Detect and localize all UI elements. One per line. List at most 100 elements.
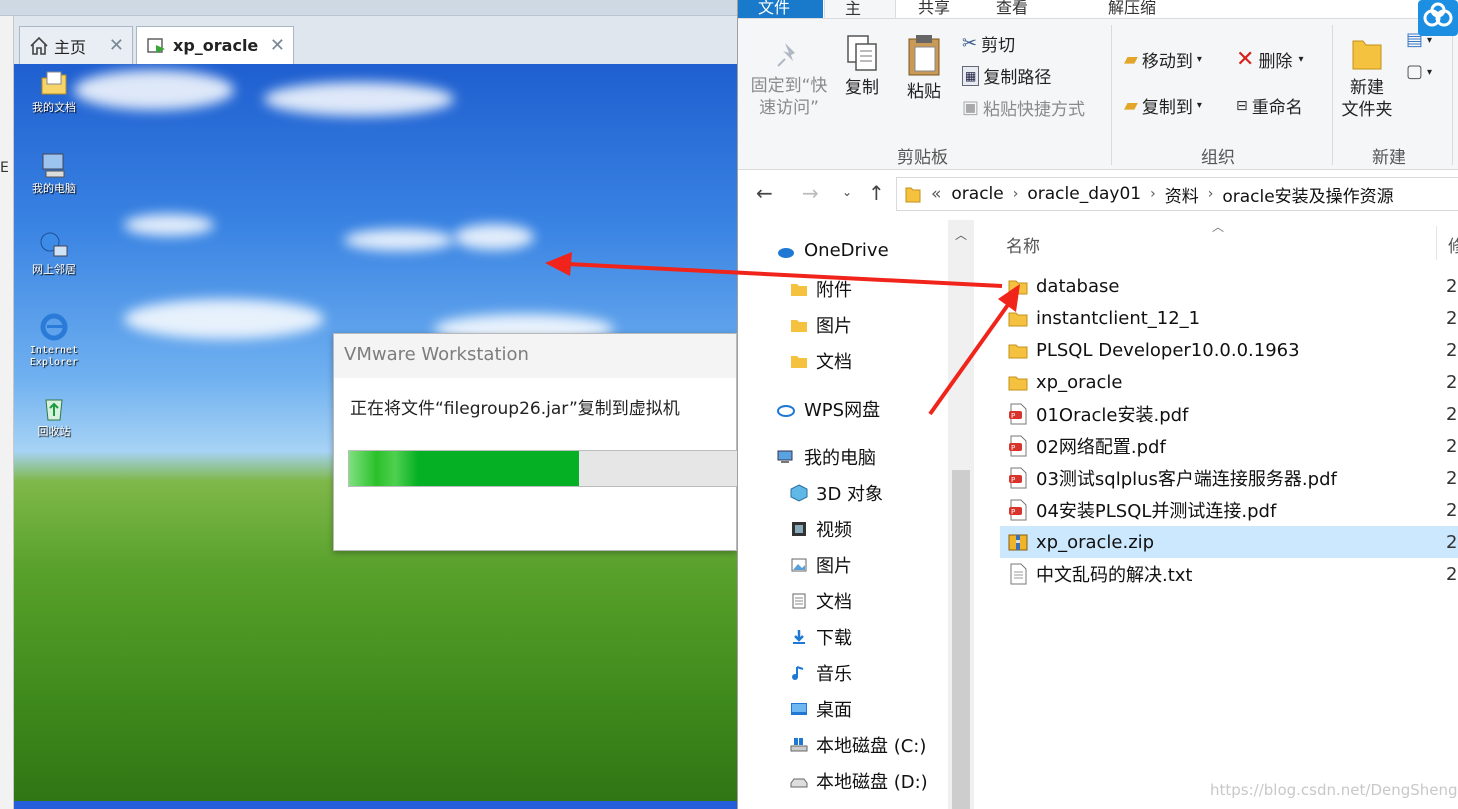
file-row[interactable]: PLSQL Developer10.0.0.1963 2 bbox=[1000, 334, 1458, 366]
file-row[interactable]: P 01Oracle安装.pdf 2 bbox=[1000, 398, 1458, 430]
tab-file[interactable]: 文件 bbox=[738, 0, 823, 18]
folder-icon bbox=[1008, 275, 1028, 297]
rename-button[interactable]: ⊟ 重命名 bbox=[1236, 93, 1303, 119]
file-row[interactable]: P 03测试sqlplus客户端连接服务器.pdf 2 bbox=[1000, 462, 1458, 494]
nav-item-downloads[interactable]: 下载 bbox=[790, 624, 852, 650]
file-modified: 2 bbox=[1446, 371, 1458, 393]
nav-item-3d-objects[interactable]: 3D 对象 bbox=[790, 480, 883, 506]
folder-pin-icon bbox=[791, 356, 807, 368]
column-header-modified[interactable]: 修 bbox=[1448, 232, 1458, 257]
vmware-tab-bar: 主页 ✕ xp_oracle ✕ bbox=[14, 16, 737, 64]
close-icon[interactable]: ✕ bbox=[270, 35, 285, 56]
desktop-icon-internet-explorer[interactable]: Internet Explorer bbox=[26, 311, 82, 369]
wps-cloud-icon[interactable] bbox=[1418, 0, 1458, 36]
breadcrumb-item[interactable]: oracle bbox=[951, 184, 1003, 204]
file-name: instantclient_12_1 bbox=[1036, 307, 1201, 329]
nav-item-my-computer[interactable]: 我的电脑 bbox=[774, 444, 876, 470]
nav-item-drive-d[interactable]: 本地磁盘 (D:) bbox=[790, 768, 928, 794]
up-button[interactable]: ↑ bbox=[868, 181, 885, 205]
nav-item-documents[interactable]: 文档 bbox=[790, 588, 852, 614]
close-icon[interactable]: ✕ bbox=[109, 35, 124, 56]
nav-item-desktop[interactable]: 桌面 bbox=[790, 696, 852, 722]
cloud-sync-icon bbox=[1423, 2, 1453, 27]
back-button[interactable]: ← bbox=[756, 181, 773, 205]
tab-home[interactable]: 主页 ✕ bbox=[19, 26, 133, 64]
tab-home[interactable]: 主页 bbox=[824, 0, 896, 42]
new-folder-button[interactable]: 新建 文件夹 bbox=[1336, 33, 1398, 121]
chevron-right-icon[interactable]: › bbox=[1013, 186, 1019, 202]
breadcrumb-item[interactable]: 资料 bbox=[1165, 182, 1199, 207]
tab-view[interactable]: 查看 bbox=[976, 0, 1048, 18]
new-group-label: 新建 bbox=[1372, 148, 1406, 168]
file-modified: 2 bbox=[1446, 339, 1458, 361]
nav-item-videos[interactable]: 视频 bbox=[790, 516, 852, 542]
navigation-scrollbar[interactable]: ︿ bbox=[948, 220, 974, 809]
breadcrumb-item[interactable]: oracle_day01 bbox=[1027, 184, 1141, 204]
file-name: 03测试sqlplus客户端连接服务器.pdf bbox=[1036, 469, 1337, 490]
breadcrumb-item[interactable]: oracle安装及操作资源 bbox=[1222, 182, 1393, 207]
scrollbar-thumb[interactable] bbox=[952, 470, 970, 809]
nav-item-pictures-pinned[interactable]: 图片 bbox=[790, 312, 852, 338]
forward-button[interactable]: → bbox=[802, 181, 819, 205]
file-row[interactable]: P 02网络配置.pdf 2 bbox=[1000, 430, 1458, 462]
paste-shortcut-button[interactable]: ▣ 粘贴快捷方式 bbox=[962, 95, 1085, 120]
chevron-down-icon: ▾ bbox=[1427, 34, 1433, 46]
ribbon-tab-bar: 文件 主页 共享 查看 解压缩 bbox=[738, 0, 1458, 42]
file-row[interactable]: xp_oracle 2 bbox=[1000, 366, 1458, 398]
nav-item-onedrive[interactable]: OneDrive bbox=[774, 240, 889, 261]
desktop-icon-network-places[interactable]: 网上邻居 bbox=[26, 230, 82, 276]
address-overflow[interactable]: « bbox=[931, 184, 941, 204]
nav-item-drive-c[interactable]: 本地磁盘 (C:) bbox=[790, 732, 926, 758]
easy-access-icon: ▢ bbox=[1406, 61, 1424, 82]
dialog-message: 正在将文件“filegroup26.jar”复制到虚拟机 bbox=[350, 399, 680, 419]
svg-text:P: P bbox=[1011, 508, 1015, 516]
file-row[interactable]: P 04安装PLSQL并测试连接.pdf 2 bbox=[1000, 494, 1458, 526]
vmware-toolbar bbox=[0, 0, 737, 16]
file-row[interactable]: xp_oracle.zip 2 bbox=[1000, 526, 1458, 558]
address-bar[interactable]: « oracle › oracle_day01 › 资料 › oracle安装及… bbox=[896, 177, 1458, 211]
column-divider[interactable] bbox=[1436, 226, 1437, 260]
group-divider bbox=[1452, 25, 1453, 165]
file-row[interactable]: database 2 bbox=[1000, 270, 1458, 302]
tab-xp-oracle[interactable]: xp_oracle ✕ bbox=[136, 26, 294, 64]
cut-button[interactable]: ✂ 剪切 bbox=[962, 31, 1015, 56]
file-row[interactable]: 中文乱码的解决.txt 2 bbox=[1000, 558, 1458, 590]
desktop-icon-my-computer[interactable]: 我的电脑 bbox=[26, 149, 82, 195]
nav-item-attachments[interactable]: 附件 bbox=[790, 276, 852, 302]
copy-icon bbox=[847, 35, 877, 71]
folder-pin-icon bbox=[791, 320, 807, 332]
chevron-right-icon[interactable]: › bbox=[1150, 186, 1156, 202]
delete-button[interactable]: ✕ 删除 ▾ bbox=[1236, 47, 1303, 72]
tab-share[interactable]: 共享 bbox=[898, 0, 970, 18]
copy-to-button[interactable]: ▰ 复制到 ▾ bbox=[1124, 93, 1202, 118]
text-file-icon bbox=[1008, 563, 1028, 585]
nav-item-documents-pinned[interactable]: 文档 bbox=[790, 348, 852, 374]
delete-icon: ✕ bbox=[1236, 46, 1255, 72]
chevron-down-icon: ▾ bbox=[1196, 100, 1202, 111]
nav-item-wps-cloud[interactable]: WPS网盘 bbox=[774, 396, 880, 422]
vm-icon bbox=[147, 37, 165, 53]
recent-locations-button[interactable]: ⌄ bbox=[842, 185, 852, 199]
recycle-bin-icon bbox=[45, 399, 63, 421]
nav-item-music[interactable]: 音乐 bbox=[790, 660, 852, 686]
move-to-button[interactable]: ▰ 移动到 ▾ bbox=[1124, 47, 1202, 72]
pdf-file-icon: P bbox=[1008, 467, 1028, 489]
nav-item-pictures[interactable]: 图片 bbox=[790, 552, 852, 578]
chevron-right-icon[interactable]: › bbox=[1208, 186, 1214, 202]
file-row[interactable]: instantclient_12_1 2 bbox=[1000, 302, 1458, 334]
paste-button[interactable]: 粘贴 bbox=[902, 33, 946, 103]
pin-to-quick-access-button[interactable]: 固定到“快 速访问” bbox=[748, 39, 830, 119]
computer-icon bbox=[777, 450, 793, 463]
column-header-name[interactable]: 名称 bbox=[1006, 232, 1040, 257]
home-icon bbox=[30, 36, 48, 55]
easy-access-button[interactable]: ▢ ▾ bbox=[1406, 63, 1432, 81]
desktop-icon-my-documents[interactable]: 我的文档 bbox=[26, 68, 82, 114]
scroll-up-icon[interactable]: ︿ bbox=[955, 226, 967, 243]
copy-path-button[interactable]: ▦ 复制路径 bbox=[962, 63, 1051, 88]
videos-icon bbox=[792, 522, 806, 536]
desktop-icon-recycle-bin[interactable]: 回收站 bbox=[26, 392, 82, 438]
file-name: 02网络配置.pdf bbox=[1036, 437, 1166, 458]
copy-button[interactable]: 复制 bbox=[840, 33, 884, 99]
tab-extract[interactable]: 解压缩 bbox=[1088, 0, 1176, 18]
scissors-icon: ✂ bbox=[962, 32, 978, 54]
